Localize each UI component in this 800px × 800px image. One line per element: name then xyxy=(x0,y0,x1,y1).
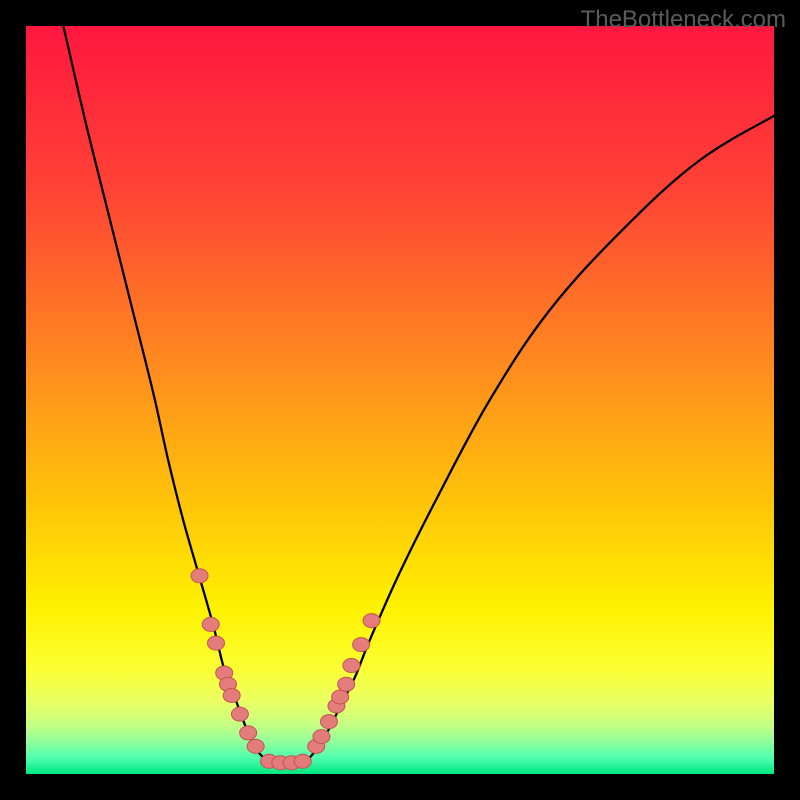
marker-dot xyxy=(343,659,360,673)
marker-dot xyxy=(202,617,219,631)
marker-dot xyxy=(320,715,337,729)
marker-dot xyxy=(338,677,355,691)
marker-dot xyxy=(247,739,264,753)
marker-dot xyxy=(231,707,248,721)
marker-dot xyxy=(313,730,330,744)
watermark-text: TheBottleneck.com xyxy=(581,6,786,34)
chart-svg xyxy=(26,26,774,774)
marker-dot xyxy=(353,638,370,652)
marker-dot xyxy=(223,688,240,702)
marker-dot xyxy=(332,690,349,704)
marker-dot xyxy=(240,726,257,740)
marker-dot xyxy=(363,614,380,628)
chart-background xyxy=(26,26,774,774)
marker-dot xyxy=(207,636,224,650)
marker-dot xyxy=(191,569,208,583)
marker-dot xyxy=(294,754,311,768)
chart-frame xyxy=(26,26,774,774)
